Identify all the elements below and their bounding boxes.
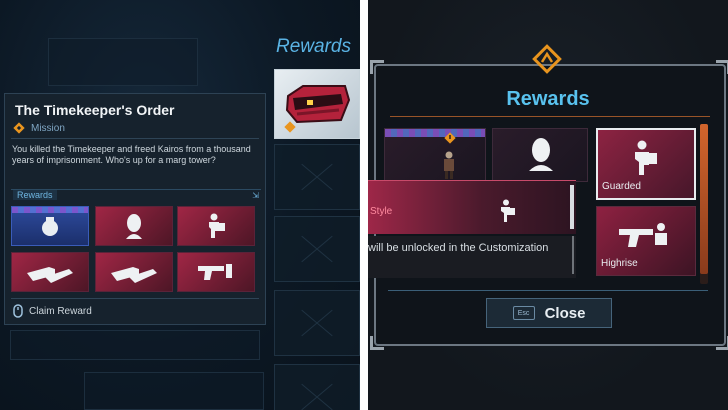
reward-item-weapon-bundle[interactable] (384, 128, 486, 182)
empty-reward-slot (274, 364, 360, 410)
rarity-stripe (12, 207, 88, 213)
reward-item-highrise[interactable]: Highrise (596, 206, 696, 276)
pistol-icon (619, 223, 667, 247)
character-icon (444, 151, 454, 179)
background-frame (10, 330, 260, 360)
empty-reward-slot (274, 290, 360, 356)
rewards-section-label: Rewards (13, 190, 57, 200)
rewards-section-header: Rewards ⇲ (11, 189, 261, 201)
style-tooltip: Style (368, 180, 576, 234)
screenshot-separator (360, 0, 368, 410)
rarity-stripe (385, 129, 485, 137)
diamond-badge-icon (284, 121, 296, 133)
pose-icon (635, 140, 657, 175)
expand-icon[interactable]: ⇲ (252, 191, 259, 200)
tooltip-scroll-bar (570, 185, 574, 229)
divider (11, 138, 259, 139)
reward-tile-pistol[interactable] (177, 252, 255, 292)
rewards-emblem-icon (532, 44, 562, 74)
right-screen: Rewards Guarded Highrise Style will be u… (368, 0, 728, 410)
head-icon (126, 214, 142, 239)
empty-reward-slot (274, 216, 360, 282)
dialog-corner (370, 336, 384, 350)
dialog-title: Rewards (506, 88, 590, 110)
esc-key-icon: Esc (512, 306, 535, 320)
reward-tile-grenade[interactable] (11, 206, 89, 246)
pose-icon (501, 199, 515, 222)
tooltip-description: will be unlocked in the Customization (368, 242, 549, 254)
reward-item-guarded[interactable]: Guarded (596, 128, 696, 200)
mission-description: You killed the Timekeeper and freed Kair… (12, 144, 251, 165)
rewards-heading: Rewards (276, 36, 351, 57)
left-screen: Rewards The Timekeeper's Order Mission Y… (0, 0, 360, 410)
mission-title: The Timekeeper's Order (15, 102, 175, 118)
weapons-icon (111, 267, 157, 283)
background-frame (84, 372, 264, 410)
reward-chest-item[interactable] (274, 69, 360, 139)
close-button-label: Close (544, 304, 586, 322)
empty-reward-slot (274, 144, 360, 210)
background-frame (48, 38, 198, 86)
pistol-icon (198, 264, 232, 280)
dialog-corner (370, 60, 384, 74)
claim-reward-button[interactable]: Claim Reward (13, 304, 92, 318)
mouse-icon (13, 304, 23, 318)
mission-tag-label: Mission (31, 122, 65, 134)
reward-item-label: Guarded (602, 181, 641, 192)
reward-item-head[interactable] (492, 128, 588, 182)
divider (388, 290, 708, 291)
divider (11, 298, 259, 299)
reward-tile-weapons-1[interactable] (11, 252, 89, 292)
dialog-corner (716, 336, 728, 350)
mission-diamond-icon (13, 122, 25, 134)
reward-tile-head[interactable] (95, 206, 173, 246)
tooltip-scroll-bar (572, 236, 574, 274)
head-icon (529, 138, 553, 171)
tooltip-description-panel: will be unlocked in the Customization (368, 236, 576, 278)
reward-tile-weapons-2[interactable] (95, 252, 173, 292)
claim-reward-label: Claim Reward (29, 305, 92, 317)
mission-tag: Mission (13, 122, 65, 134)
scrollbar-thumb[interactable] (700, 124, 708, 274)
close-button[interactable]: Esc Close (486, 298, 612, 328)
dialog-corner (716, 60, 728, 74)
warning-icon (444, 132, 456, 144)
reward-tile-pose[interactable] (177, 206, 255, 246)
weapons-icon (27, 267, 73, 283)
title-underline (390, 116, 710, 117)
tooltip-title: Style (370, 206, 393, 217)
mission-card: The Timekeeper's Order Mission You kille… (4, 93, 266, 325)
reward-item-label: Highrise (601, 258, 638, 269)
grenade-icon (42, 217, 58, 236)
pose-icon (209, 213, 225, 238)
